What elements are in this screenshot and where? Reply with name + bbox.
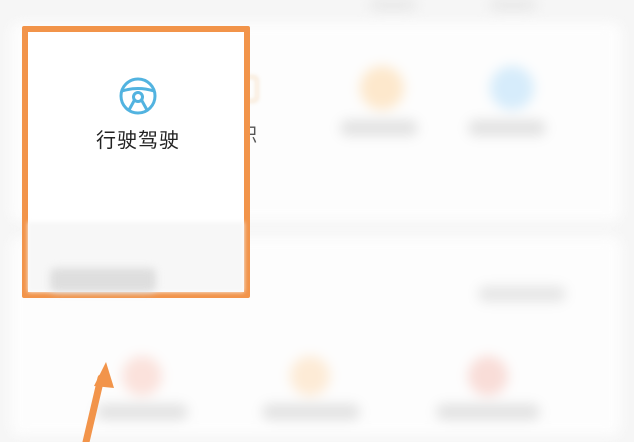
blurred-service-label bbox=[340, 120, 418, 136]
blurred-item-icon bbox=[122, 356, 162, 396]
service-item-driving[interactable]: 行驶驾驶 bbox=[76, 76, 200, 153]
blurred-more-link bbox=[478, 286, 566, 302]
steering-wheel-icon bbox=[76, 76, 200, 116]
blurred-service-label bbox=[468, 120, 546, 136]
blurred-item-label bbox=[436, 404, 540, 420]
blurred-item-label bbox=[96, 404, 188, 420]
blurred-item-icon bbox=[468, 356, 508, 396]
blurred-service-icon bbox=[360, 66, 404, 110]
service-label: 行驶驾驶 bbox=[96, 128, 180, 152]
blurred-item-icon bbox=[290, 356, 330, 396]
blurred-item-label bbox=[262, 404, 360, 420]
highlight-box: 行驶驾驶 bbox=[22, 26, 250, 298]
blurred-top-item bbox=[490, 0, 536, 10]
blurred-top-item bbox=[370, 0, 416, 10]
blurred-service-icon bbox=[490, 66, 534, 110]
blurred-section-title bbox=[50, 268, 156, 292]
